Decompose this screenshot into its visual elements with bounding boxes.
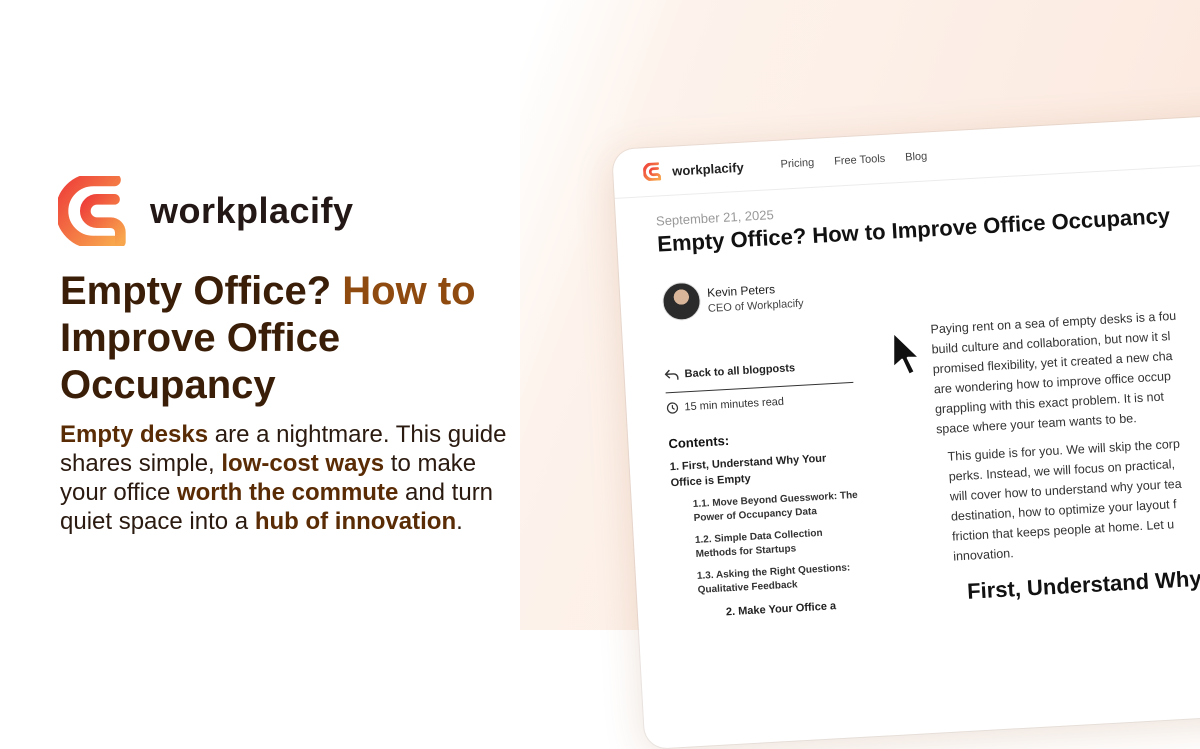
sub-segment: low-cost ways <box>221 450 385 477</box>
author-block: Kevin Peters CEO of Workplacify <box>661 276 805 322</box>
hero-headline: Empty Office? How to Improve Office Occu… <box>60 268 530 409</box>
article-heading: First, Understand Why Y <box>966 564 1200 604</box>
headline-part-1: Empty Office? <box>60 269 343 313</box>
article-line: innovation. <box>952 546 1014 564</box>
mouse-cursor-icon <box>891 330 922 377</box>
headline-part-2: How to <box>342 269 476 313</box>
contents-title: Contents: <box>668 432 730 452</box>
toc-item[interactable]: 1. First, Understand Why Your Office is … <box>669 450 846 492</box>
toc-item[interactable]: 1.1. Move Beyond Guesswork: The Power of… <box>693 489 864 526</box>
author-role: CEO of Workplacify <box>707 297 804 315</box>
sub-segment: Empty desks <box>60 421 209 448</box>
read-time-label: 15 min minutes read <box>684 395 785 414</box>
table-of-contents: 1. First, Understand Why Your Office is … <box>669 448 878 623</box>
back-link-label: Back to all blogposts <box>684 362 796 381</box>
sub-segment: . <box>456 508 463 535</box>
article-paragraph-2: This guide is for you. We will skip the … <box>947 426 1200 566</box>
workplacify-logo-icon <box>58 176 126 246</box>
read-time: 15 min minutes read <box>666 391 866 414</box>
clock-icon <box>666 402 679 414</box>
article-line: space where your team wants to be. <box>935 411 1137 437</box>
sub-segment: hub of innovation <box>254 508 457 535</box>
sidebar-divider <box>665 381 854 394</box>
back-to-blogposts-link[interactable]: Back to all blogposts <box>664 358 864 381</box>
back-arrow-icon <box>664 369 679 380</box>
post-sidebar: Back to all blogposts 15 min minutes rea… <box>664 358 878 631</box>
toc-item[interactable]: 1.3. Asking the Right Questions: Qualita… <box>697 560 868 597</box>
brand-name: workplacify <box>150 190 354 231</box>
article-body: Paying rent on a sea of empty desks is a… <box>930 298 1200 604</box>
workplacify-logo-icon[interactable] <box>642 162 664 182</box>
avatar <box>661 281 702 322</box>
website-mockup: workplacify Pricing Free Tools Blog Sept… <box>612 110 1200 749</box>
nav-link-blog[interactable]: Blog <box>905 150 928 163</box>
brand: workplacify <box>58 176 354 246</box>
nav-link-pricing[interactable]: Pricing <box>780 157 814 171</box>
headline-part-4: Occupancy <box>60 363 276 407</box>
hero-subline: Empty desks are a nightmare. This guide … <box>60 420 515 536</box>
author-name: Kevin Peters <box>706 281 776 300</box>
toc-item[interactable]: 2. Make Your Office a <box>726 595 902 621</box>
sub-segment: worth the commute <box>176 479 399 506</box>
headline-part-3: Improve Office <box>60 316 341 360</box>
nav-link-free-tools[interactable]: Free Tools <box>834 153 886 168</box>
article-paragraph-1: Paying rent on a sea of empty desks is a… <box>930 298 1200 439</box>
toc-item[interactable]: 1.2. Simple Data Collection Methods for … <box>695 525 866 562</box>
nav-brand[interactable]: workplacify <box>672 159 744 178</box>
